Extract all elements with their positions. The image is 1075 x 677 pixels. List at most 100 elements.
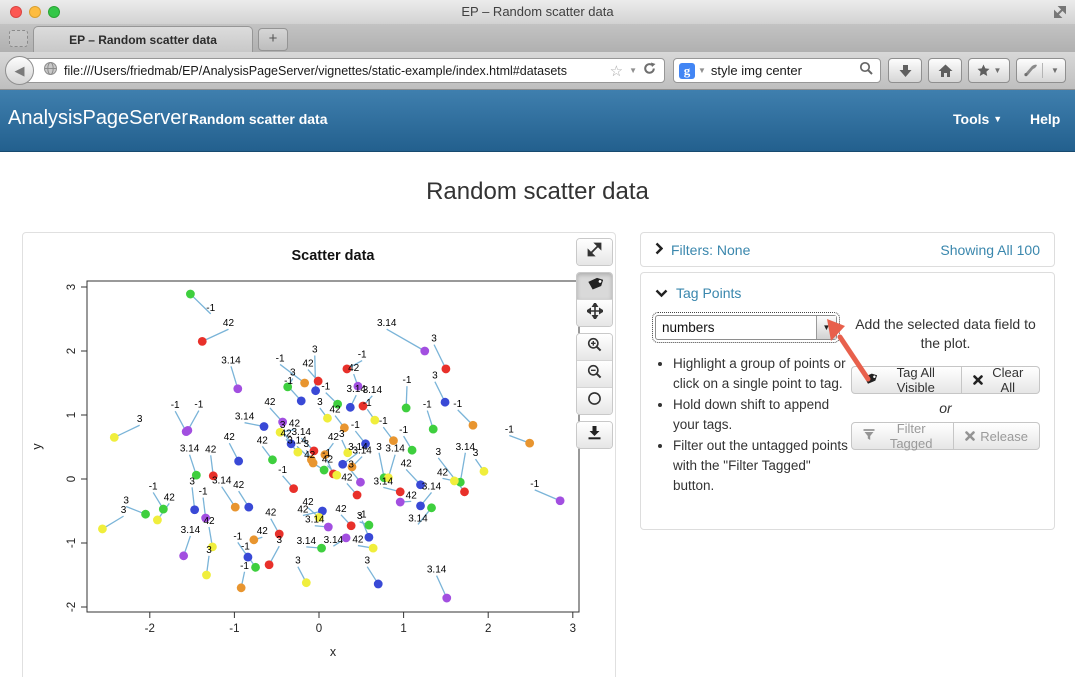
tag-right-column: Add the selected data field to the plot.… bbox=[851, 315, 1040, 497]
bookmark-star-icon[interactable]: ☆ bbox=[610, 62, 623, 80]
svg-text:3: 3 bbox=[280, 420, 286, 431]
svg-text:42: 42 bbox=[264, 397, 276, 408]
addon-button[interactable]: ▼ bbox=[1016, 58, 1066, 83]
svg-text:42: 42 bbox=[341, 472, 353, 483]
svg-text:-1: -1 bbox=[229, 623, 239, 635]
svg-text:3: 3 bbox=[304, 439, 310, 450]
search-input[interactable]: style img center bbox=[711, 63, 859, 78]
svg-text:3.14: 3.14 bbox=[374, 476, 394, 487]
or-label: or bbox=[851, 400, 1040, 416]
back-button[interactable]: ◀ bbox=[5, 56, 34, 85]
download-plot-button[interactable] bbox=[577, 422, 612, 448]
search-icon[interactable] bbox=[859, 61, 873, 80]
filter-tagged-button[interactable]: Filter Tagged bbox=[851, 422, 954, 450]
tab-bar: EP – Random scatter data + bbox=[0, 24, 1075, 53]
svg-text:-1: -1 bbox=[206, 303, 215, 314]
svg-text:3: 3 bbox=[348, 460, 354, 471]
svg-text:3: 3 bbox=[137, 414, 143, 425]
svg-text:3.14: 3.14 bbox=[377, 318, 397, 329]
tag-icon bbox=[863, 372, 877, 388]
svg-text:42: 42 bbox=[348, 363, 360, 374]
url-dropdown-icon[interactable]: ▼ bbox=[629, 66, 637, 75]
data-field-selected-value: numbers bbox=[656, 320, 816, 335]
tag-instructions-list: Highlight a group of points or click on … bbox=[657, 354, 855, 496]
svg-text:3.14: 3.14 bbox=[363, 385, 383, 396]
tag-button-group: Tag All Visible Clear All bbox=[851, 366, 1040, 394]
nav-tools-menu[interactable]: Tools▼ bbox=[953, 111, 1002, 127]
search-engine-dropdown-icon[interactable]: ▼ bbox=[698, 66, 706, 75]
tag-mode-button[interactable] bbox=[577, 273, 612, 300]
svg-text:-1: -1 bbox=[240, 561, 249, 572]
pan-mode-button[interactable] bbox=[577, 300, 612, 326]
svg-text:-1: -1 bbox=[403, 375, 412, 386]
app-brand[interactable]: AnalysisPageServer bbox=[8, 107, 188, 130]
bookmarks-button[interactable]: ▼ bbox=[968, 58, 1010, 83]
scatter-plot[interactable]: Scatter data-2-10123-2-10123xy-1423.143-… bbox=[23, 233, 615, 677]
nav-help[interactable]: Help bbox=[1030, 111, 1060, 127]
tab-active[interactable]: EP – Random scatter data bbox=[33, 26, 253, 52]
svg-text:3.14: 3.14 bbox=[212, 476, 232, 487]
instruction-item: Filter out the untagged points with the … bbox=[673, 436, 855, 496]
expand-icon bbox=[587, 242, 602, 262]
filter-button-group: Filter Tagged Release bbox=[851, 422, 1040, 450]
filters-panel: Filters: None Showing All 100 bbox=[640, 232, 1055, 267]
svg-text:3.14: 3.14 bbox=[297, 536, 317, 547]
tab-groups-icon[interactable] bbox=[9, 30, 28, 47]
expand-plot-button[interactable] bbox=[577, 239, 612, 265]
tag-all-visible-button[interactable]: Tag All Visible bbox=[851, 366, 962, 394]
title-bar: EP – Random scatter data bbox=[0, 0, 1075, 25]
browser-window: EP – Random scatter data EP – Random sca… bbox=[0, 0, 1075, 677]
reset-zoom-button[interactable] bbox=[577, 388, 612, 414]
addon-dropdown-icon[interactable]: ▼ bbox=[1051, 66, 1059, 75]
svg-text:-1: -1 bbox=[530, 479, 539, 490]
svg-text:3.14: 3.14 bbox=[305, 515, 325, 526]
nav-item-random-scatter-data[interactable]: Random scatter data bbox=[189, 111, 327, 127]
search-bar[interactable]: g ▼ style img center bbox=[673, 58, 881, 83]
zoom-in-icon bbox=[587, 337, 602, 357]
svg-text:42: 42 bbox=[257, 435, 269, 446]
showing-all-count: Showing All 100 bbox=[940, 242, 1040, 258]
home-button[interactable] bbox=[928, 58, 962, 83]
svg-text:-1: -1 bbox=[379, 416, 388, 427]
svg-text:-1: -1 bbox=[505, 424, 514, 435]
svg-text:-1: -1 bbox=[351, 420, 360, 431]
svg-text:3.14: 3.14 bbox=[235, 412, 255, 423]
page-title: Random scatter data bbox=[0, 178, 1075, 206]
svg-text:-1: -1 bbox=[453, 399, 462, 410]
filters-toggle[interactable]: Filters: None bbox=[655, 242, 750, 258]
zoom-in-button[interactable] bbox=[577, 334, 612, 361]
circle-icon bbox=[587, 391, 602, 411]
svg-text:42: 42 bbox=[330, 405, 342, 416]
svg-text:-1: -1 bbox=[199, 487, 208, 498]
url-text[interactable]: file:///Users/friedmab/EP/AnalysisPageSe… bbox=[64, 64, 606, 78]
svg-text:3: 3 bbox=[436, 447, 442, 458]
reload-icon[interactable] bbox=[643, 62, 656, 80]
svg-text:0: 0 bbox=[316, 623, 322, 635]
svg-text:3: 3 bbox=[121, 505, 127, 516]
zoom-out-button[interactable] bbox=[577, 361, 612, 388]
bookmarks-dropdown-icon[interactable]: ▼ bbox=[994, 66, 1002, 75]
svg-text:3.14: 3.14 bbox=[408, 513, 428, 524]
svg-text:3.14: 3.14 bbox=[385, 444, 405, 455]
svg-text:42: 42 bbox=[205, 444, 217, 455]
data-field-select[interactable]: numbers ▼ bbox=[655, 315, 837, 340]
new-tab-button[interactable]: + bbox=[258, 28, 288, 51]
fullscreen-icon[interactable] bbox=[1053, 5, 1067, 24]
downloads-button[interactable] bbox=[888, 58, 922, 83]
select-dropdown-icon[interactable]: ▼ bbox=[816, 316, 836, 339]
tag-points-toggle[interactable]: Tag Points bbox=[655, 285, 1040, 301]
release-button[interactable]: Release bbox=[954, 422, 1040, 450]
window-title: EP – Random scatter data bbox=[0, 4, 1075, 19]
clear-all-button[interactable]: Clear All bbox=[962, 366, 1040, 394]
svg-text:x: x bbox=[330, 645, 337, 659]
svg-text:42: 42 bbox=[203, 516, 215, 527]
svg-text:3.14: 3.14 bbox=[324, 535, 344, 546]
svg-text:-1: -1 bbox=[321, 382, 330, 393]
svg-text:3.14: 3.14 bbox=[221, 355, 241, 366]
chevron-right-icon bbox=[655, 242, 663, 258]
url-bar[interactable]: file:///Users/friedmab/EP/AnalysisPageSe… bbox=[20, 58, 665, 83]
globe-icon bbox=[43, 61, 58, 81]
svg-text:3.14: 3.14 bbox=[427, 565, 447, 576]
tag-left-column: numbers ▼ Highlight a group of points or… bbox=[655, 315, 851, 497]
svg-text:-1: -1 bbox=[149, 481, 158, 492]
